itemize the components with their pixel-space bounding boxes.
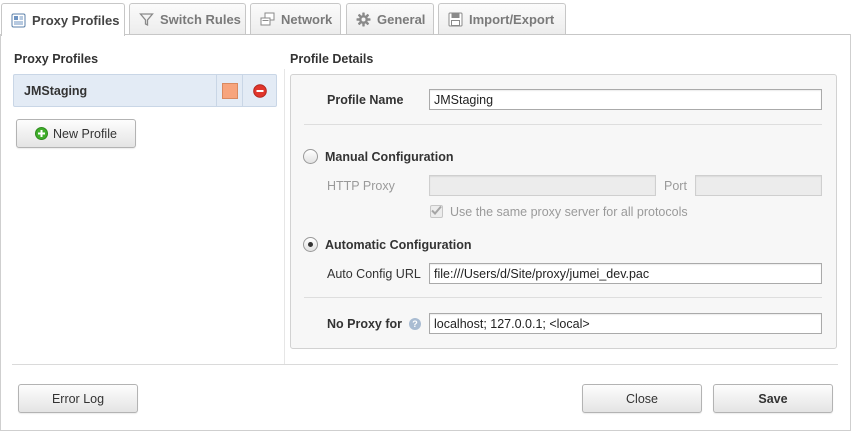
- new-profile-label: New Profile: [53, 126, 117, 141]
- proxy-profiles-icon: [10, 12, 26, 28]
- profile-color-picker[interactable]: [216, 75, 242, 106]
- tab-label: General: [377, 12, 426, 27]
- disk-icon: [447, 12, 463, 28]
- tab-import-export[interactable]: Import/Export: [438, 3, 566, 35]
- help-icon[interactable]: ?: [409, 318, 421, 330]
- close-label: Close: [626, 391, 658, 406]
- port-input[interactable]: [695, 175, 822, 196]
- save-label: Save: [758, 391, 788, 406]
- auto-config-url-input[interactable]: [429, 263, 822, 284]
- save-button[interactable]: Save: [713, 384, 833, 413]
- tab-label: Proxy Profiles: [32, 12, 120, 28]
- port-label: Port: [664, 179, 687, 193]
- network-icon: [259, 12, 275, 28]
- delete-icon: [252, 83, 267, 98]
- error-log-label: Error Log: [51, 391, 105, 406]
- new-profile-button[interactable]: New Profile: [16, 119, 136, 148]
- tab-label: Switch Rules: [160, 12, 241, 27]
- error-log-button[interactable]: Error Log: [18, 384, 138, 413]
- auto-config-url-label: Auto Config URL: [327, 267, 421, 281]
- auto-config-radio[interactable]: [303, 237, 318, 252]
- manual-config-radio[interactable]: [303, 149, 318, 164]
- divider: [304, 297, 822, 298]
- profile-name: JMStaging: [24, 83, 88, 98]
- tab-general[interactable]: General: [346, 3, 434, 35]
- close-button[interactable]: Close: [582, 384, 702, 413]
- tab-label: Network: [281, 12, 333, 27]
- profile-list: JMStaging: [13, 74, 277, 107]
- no-proxy-label: No Proxy for: [327, 317, 403, 331]
- add-icon: [35, 127, 49, 140]
- same-proxy-checkbox[interactable]: [430, 205, 443, 218]
- manual-config-label[interactable]: Manual Configuration: [325, 150, 453, 164]
- gear-icon: [355, 12, 371, 28]
- auto-config-label[interactable]: Automatic Configuration: [325, 238, 472, 252]
- check-icon: [431, 205, 442, 215]
- tab-label: Import/Export: [469, 12, 555, 27]
- profile-name-input[interactable]: [429, 89, 822, 110]
- tab-switch-rules[interactable]: Switch Rules: [129, 3, 246, 35]
- switch-rules-icon: [138, 12, 154, 28]
- no-proxy-input[interactable]: [429, 313, 822, 334]
- left-panel-divider: [0, 69, 285, 364]
- tab-proxy-profiles[interactable]: Proxy Profiles: [1, 3, 125, 36]
- color-swatch: [221, 82, 238, 99]
- profile-name-label: Profile Name: [327, 93, 404, 107]
- http-proxy-label: HTTP Proxy: [327, 179, 395, 193]
- tab-bar: Proxy Profiles Switch Rules Network Gene…: [0, 0, 851, 36]
- tab-network[interactable]: Network: [250, 3, 341, 35]
- profile-details-heading: Profile Details: [290, 52, 374, 66]
- footer-divider: [12, 364, 838, 365]
- proxy-profiles-heading: Proxy Profiles: [14, 52, 99, 66]
- tab-bar-divider: [0, 34, 851, 35]
- delete-profile-button[interactable]: [242, 75, 276, 106]
- divider: [304, 124, 822, 125]
- profile-item-jmstaging[interactable]: JMStaging: [14, 75, 216, 106]
- same-proxy-label: Use the same proxy server for all protoc…: [450, 205, 688, 219]
- http-proxy-input[interactable]: [429, 175, 656, 196]
